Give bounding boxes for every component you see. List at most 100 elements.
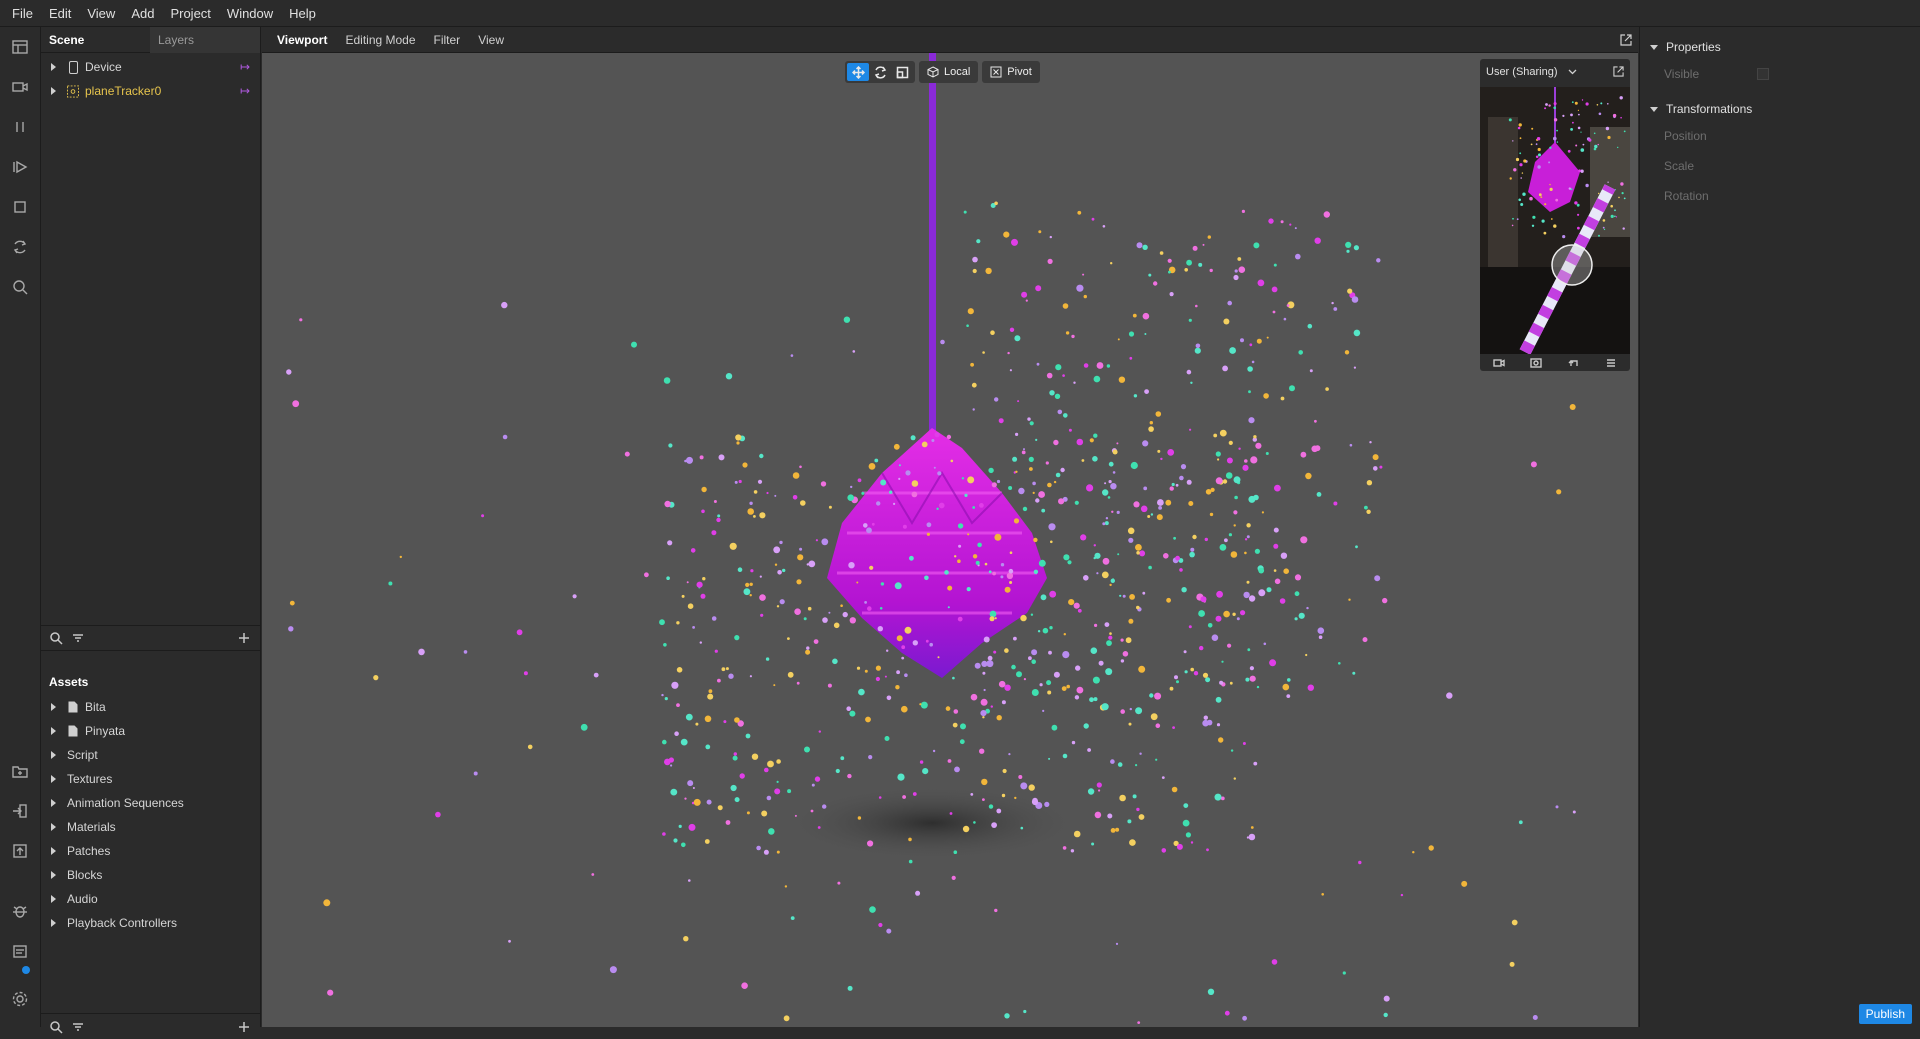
preview-confetti-piece [1544, 203, 1547, 206]
scale-tool-button[interactable] [891, 63, 913, 81]
preview-confetti-piece [1598, 112, 1602, 116]
pop-out-icon[interactable] [1613, 66, 1624, 77]
expand-icon[interactable] [49, 774, 59, 784]
tab-layers[interactable]: Layers [150, 27, 260, 53]
menu-add[interactable]: Add [123, 6, 162, 21]
confetti-piece [1309, 369, 1313, 373]
visible-checkbox[interactable] [1757, 68, 1769, 80]
asset-item[interactable]: Textures [41, 767, 261, 791]
expand-icon[interactable] [49, 798, 59, 808]
expand-icon[interactable] [49, 750, 59, 760]
expand-icon[interactable] [49, 702, 59, 712]
preview-screen[interactable] [1480, 87, 1630, 354]
record-video-icon[interactable] [1493, 357, 1505, 369]
asset-item[interactable]: Script [41, 743, 261, 767]
menu-icon[interactable] [1605, 357, 1617, 369]
expand-icon[interactable] [49, 86, 59, 96]
scene-item-planetracker[interactable]: planeTracker0 ↦ [41, 79, 260, 103]
stop-icon[interactable] [8, 195, 32, 219]
section-properties[interactable]: Properties [1640, 35, 1920, 59]
asset-item[interactable]: Materials [41, 815, 261, 839]
pop-out-icon[interactable] [1620, 34, 1632, 46]
preview-confetti-piece [1612, 113, 1617, 118]
asset-item[interactable]: Audio [41, 887, 261, 911]
capture-icon[interactable] [1530, 357, 1542, 369]
link-icon[interactable]: ↦ [240, 84, 250, 98]
bug-icon[interactable] [8, 899, 32, 923]
tab-view[interactable]: View [469, 33, 513, 47]
collapse-icon[interactable] [1650, 44, 1658, 50]
layout-icon[interactable] [8, 35, 32, 59]
scene-item-device[interactable]: Device ↦ [41, 55, 260, 79]
pause-icon[interactable] [8, 115, 32, 139]
expand-icon[interactable] [49, 846, 59, 856]
expand-icon[interactable] [49, 894, 59, 904]
move-tool-button[interactable] [847, 63, 869, 81]
confetti-piece [1269, 659, 1277, 667]
asset-item[interactable]: Animation Sequences [41, 791, 261, 815]
collapse-icon[interactable] [1650, 106, 1658, 112]
menu-help[interactable]: Help [281, 6, 324, 21]
asset-item[interactable]: Bita [41, 695, 261, 719]
confetti-piece [1200, 596, 1207, 603]
confetti-piece [1120, 709, 1125, 714]
import-icon[interactable] [8, 799, 32, 823]
tab-scene[interactable]: Scene [41, 27, 150, 53]
chevron-down-icon[interactable] [1568, 69, 1577, 75]
section-transformations[interactable]: Transformations [1640, 97, 1920, 121]
refresh-icon[interactable] [8, 235, 32, 259]
tab-filter[interactable]: Filter [425, 33, 470, 47]
expand-icon[interactable] [49, 870, 59, 880]
menu-project[interactable]: Project [162, 6, 218, 21]
link-icon[interactable]: ↦ [240, 60, 250, 74]
menu-file[interactable]: File [4, 6, 41, 21]
confetti-piece [1227, 300, 1232, 306]
asset-item[interactable]: Pinyata [41, 719, 261, 743]
confetti-piece [734, 480, 738, 484]
asset-item[interactable]: Blocks [41, 863, 261, 887]
asset-item[interactable]: Playback Controllers [41, 911, 261, 935]
preview-confetti-piece [1549, 146, 1552, 149]
confetti-piece [790, 354, 794, 357]
expand-icon[interactable] [49, 726, 59, 736]
tab-editing-mode[interactable]: Editing Mode [336, 33, 424, 47]
notifications-icon[interactable] [8, 939, 32, 963]
asset-item[interactable]: Patches [41, 839, 261, 863]
confetti-piece [1137, 1021, 1141, 1024]
settings-icon[interactable] [8, 987, 32, 1011]
prop-visible: Visible [1640, 59, 1920, 89]
add-icon[interactable] [237, 631, 251, 645]
viewport-canvas[interactable]: Local Pivot User (Sharing) [262, 53, 1638, 1027]
confetti-piece [1249, 666, 1254, 671]
search-icon[interactable] [49, 631, 63, 645]
menu-view[interactable]: View [79, 6, 123, 21]
menu-edit[interactable]: Edit [41, 6, 79, 21]
preview-confetti-piece [1578, 169, 1581, 172]
play-step-icon[interactable] [8, 155, 32, 179]
pivot-toggle[interactable]: Pivot [982, 61, 1040, 83]
expand-icon[interactable] [49, 822, 59, 832]
filter-icon[interactable] [71, 631, 85, 645]
confetti-piece [847, 494, 854, 502]
new-folder-icon[interactable] [8, 759, 32, 783]
confetti-piece [1133, 394, 1138, 398]
tab-viewport[interactable]: Viewport [268, 33, 336, 47]
expand-icon[interactable] [49, 918, 59, 928]
confetti-piece [670, 764, 673, 767]
preview-device-select[interactable]: User (Sharing) [1486, 66, 1558, 78]
search-icon[interactable] [8, 275, 32, 299]
confetti-piece [972, 554, 978, 559]
video-icon[interactable] [8, 75, 32, 99]
menu-window[interactable]: Window [219, 6, 281, 21]
asset-list: Bita Pinyata Script Textures Animation S… [41, 695, 261, 935]
publish-button[interactable]: Publish [1858, 1004, 1912, 1024]
rotate-tool-button[interactable] [869, 63, 891, 81]
confetti-piece [1347, 288, 1353, 294]
local-toggle[interactable]: Local [919, 61, 979, 83]
confetti-piece [1271, 286, 1278, 293]
expand-icon[interactable] [49, 62, 59, 72]
confetti-piece [867, 840, 874, 847]
upload-icon[interactable] [8, 839, 32, 863]
confetti-piece [1257, 279, 1265, 287]
reset-icon[interactable] [1568, 357, 1580, 369]
